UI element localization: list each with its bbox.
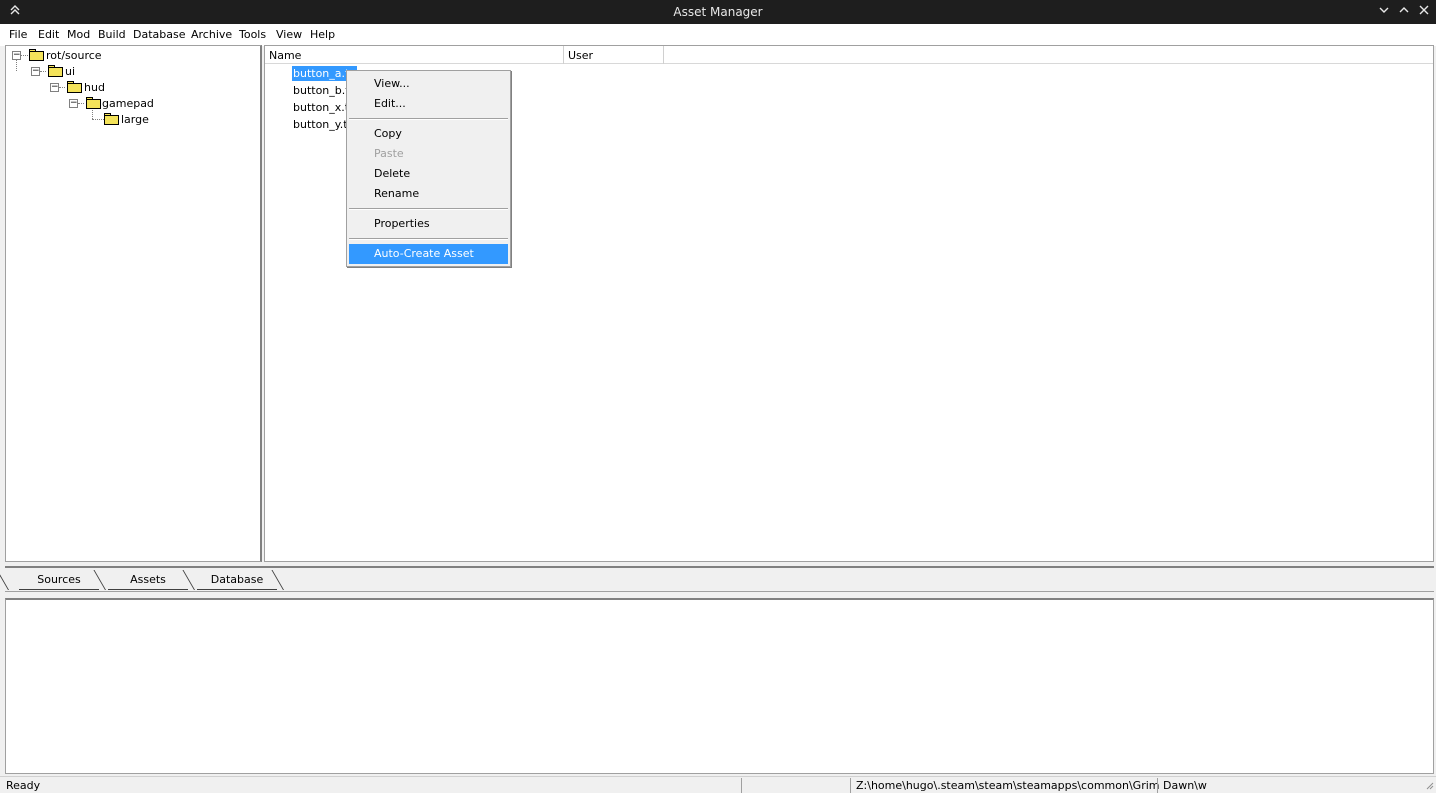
tree-node-large[interactable]: large: [104, 113, 184, 127]
menu-item-edit[interactable]: Edit...: [349, 94, 508, 114]
menu-separator: [349, 118, 508, 120]
menu-item-view[interactable]: View...: [349, 74, 508, 94]
menu-item-rename[interactable]: Rename: [349, 184, 508, 204]
menu-view[interactable]: View: [276, 28, 302, 41]
collapse-toggle-icon[interactable]: −: [50, 83, 59, 92]
tab-sources[interactable]: Sources: [19, 570, 99, 590]
menu-mod[interactable]: Mod: [67, 28, 90, 41]
menu-help[interactable]: Help: [310, 28, 335, 41]
menu-item-properties[interactable]: Properties: [349, 214, 508, 234]
status-text: Ready: [6, 779, 41, 792]
column-header-user[interactable]: User: [564, 46, 664, 64]
tree-node-label: hud: [84, 81, 105, 94]
collapse-toggle-icon[interactable]: −: [31, 67, 40, 76]
output-panel[interactable]: [5, 598, 1434, 774]
list-header: Name User: [265, 46, 1433, 64]
status-path: Z:\home\hugo\.steam\steam\steamapps\comm…: [856, 779, 1207, 792]
source-tree[interactable]: − rot/source − ui − hud − gamepad large: [5, 45, 262, 562]
menu-separator: [349, 208, 508, 210]
context-menu: View... Edit... Copy Paste Delete Rename…: [346, 70, 511, 267]
tree-connector: [92, 119, 104, 120]
tab-assets[interactable]: Assets: [108, 570, 188, 590]
menu-item-copy[interactable]: Copy: [349, 124, 508, 144]
folder-icon: [67, 81, 82, 93]
menu-file[interactable]: File: [9, 28, 27, 41]
status-divider: [850, 778, 851, 793]
menu-bar: File Edit Mod Build Database Archive Too…: [0, 24, 1436, 46]
maximize-icon[interactable]: [1395, 3, 1413, 21]
folder-icon: [48, 65, 63, 77]
collapse-toggle-icon[interactable]: −: [69, 99, 78, 108]
status-bar: Ready Z:\home\hugo\.steam\steam\steamapp…: [0, 776, 1436, 793]
tree-node-label: gamepad: [102, 97, 154, 110]
status-divider: [741, 778, 742, 793]
tab-divider: [0, 570, 9, 590]
status-divider: [1157, 778, 1158, 793]
tree-node-ui[interactable]: − ui: [31, 65, 111, 79]
window-title: Asset Manager: [673, 5, 763, 19]
tab-database[interactable]: Database: [197, 570, 277, 590]
column-header-name[interactable]: Name: [265, 46, 564, 64]
folder-icon: [29, 49, 44, 61]
title-bar: Asset Manager: [0, 0, 1436, 24]
tree-node-label: rot/source: [46, 49, 102, 62]
menu-database[interactable]: Database: [133, 28, 186, 41]
tree-node-rot-source[interactable]: − rot/source: [12, 49, 132, 63]
tree-node-label: ui: [65, 65, 76, 78]
menu-item-paste[interactable]: Paste: [349, 144, 508, 164]
menu-item-auto-create-asset[interactable]: Auto-Create Asset: [349, 244, 508, 264]
menu-archive[interactable]: Archive: [191, 28, 232, 41]
minimize-icon[interactable]: [1375, 3, 1393, 21]
tree-node-label: large: [121, 113, 149, 126]
menu-tools[interactable]: Tools: [239, 28, 266, 41]
collapse-toggle-icon[interactable]: −: [12, 51, 21, 60]
open-folder-icon: [86, 97, 101, 109]
menu-edit[interactable]: Edit: [38, 28, 59, 41]
view-tabs: Sources Assets Database: [0, 566, 1434, 592]
menu-build[interactable]: Build: [98, 28, 126, 41]
menu-item-delete[interactable]: Delete: [349, 164, 508, 184]
close-icon[interactable]: [1415, 3, 1433, 21]
tree-node-hud[interactable]: − hud: [50, 81, 130, 95]
menu-separator: [349, 238, 508, 240]
resize-grip-icon[interactable]: [1424, 780, 1434, 792]
folder-icon: [104, 113, 119, 125]
tree-node-gamepad[interactable]: − gamepad: [69, 97, 169, 111]
